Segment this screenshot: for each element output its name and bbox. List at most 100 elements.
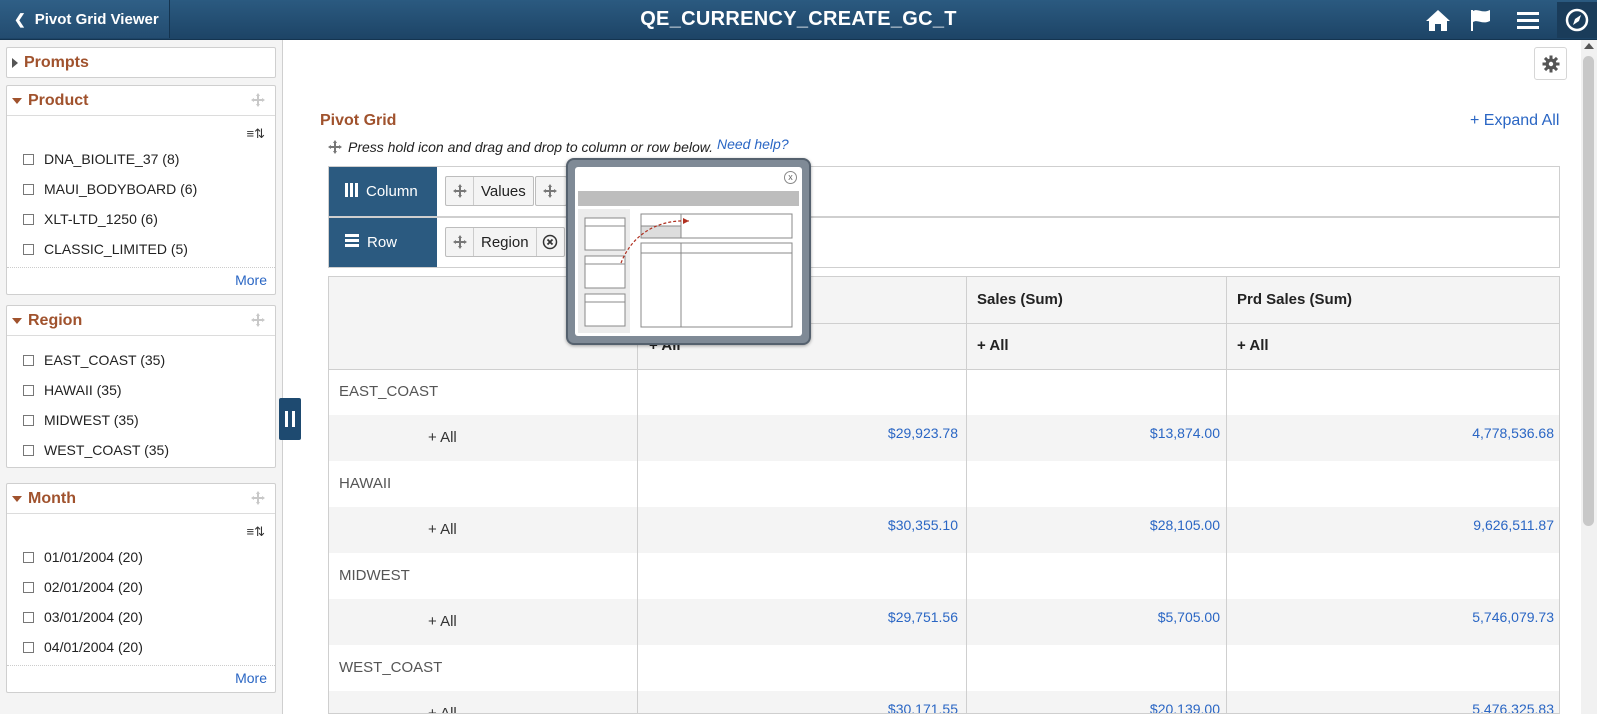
checkbox[interactable] [23,354,34,366]
row-label: Row [329,218,437,267]
scroll-up-arrow-icon[interactable] [1584,43,1594,49]
drag-handle-icon[interactable] [251,313,265,332]
sidebar-collapse-handle[interactable] [279,398,301,440]
values-chip[interactable]: Values [445,176,534,206]
pivot-grid-title: Pivot Grid [320,112,397,129]
cell-value[interactable]: $29,751.56 [641,609,958,625]
collapse-triangle-icon [12,97,22,104]
expand-all-cell[interactable]: + All [1237,337,1269,354]
row-expand-all[interactable]: + All [428,705,457,713]
row-expand-all[interactable]: + All [428,521,457,538]
filter-item[interactable]: EAST_COAST (35) [23,352,165,368]
need-help-link[interactable]: Need help? [717,136,789,152]
filter-item[interactable]: 02/01/2004 (20) [23,579,143,595]
cell-value[interactable]: $29,923.78 [641,425,958,441]
checkbox[interactable] [23,243,34,255]
product-header[interactable]: Product [7,86,275,116]
filter-item[interactable]: XLT-LTD_1250 (6) [23,211,158,227]
filter-sidebar: Prompts Product ≡⇅ DNA_BIOLITE_37 (8) MA… [0,40,283,714]
collapse-triangle-icon [12,317,22,324]
settings-button[interactable] [1534,47,1567,80]
flag-icon[interactable] [1464,4,1498,36]
cell-value[interactable]: 5,746,079.73 [1229,609,1554,625]
checkbox[interactable] [23,414,34,426]
cell-value[interactable]: $28,105.00 [969,517,1220,533]
month-header[interactable]: Month [7,484,275,514]
checkbox[interactable] [23,611,34,623]
checkbox[interactable] [23,153,34,165]
column-drop-zone[interactable]: Column Values [328,166,1560,217]
scrollbar-thumb[interactable] [1583,56,1594,526]
sort-icon[interactable]: ≡⇅ [247,524,265,540]
checkbox[interactable] [23,183,34,195]
filter-item[interactable]: 04/01/2004 (20) [23,639,143,655]
column-chip-partial[interactable] [535,176,567,206]
columns-icon [345,182,358,201]
month-title: Month [28,489,76,507]
region-title: Region [28,311,83,329]
drag-handle-icon[interactable] [536,177,564,205]
cell-value[interactable]: 9,626,511.87 [1229,517,1554,533]
product-title: Product [28,91,89,109]
row-header-region[interactable]: EAST_COAST [339,383,438,400]
cell-value[interactable]: 5,476,325.83 [1229,701,1554,713]
filter-item[interactable]: WEST_COAST (35) [23,442,169,458]
column-header-prd-sales[interactable]: Prd Sales (Sum) [1237,291,1352,308]
more-link[interactable]: More [235,670,267,686]
page-title: QE_CURRENCY_CREATE_GC_T [640,8,957,30]
filter-item[interactable]: 03/01/2004 (20) [23,609,143,625]
checkbox[interactable] [23,444,34,456]
region-header[interactable]: Region [7,306,275,336]
row-header-region[interactable]: WEST_COAST [339,659,442,676]
drag-help-illustration: x [575,167,802,336]
more-link[interactable]: More [235,272,267,288]
filter-item[interactable]: MIDWEST (35) [23,412,139,428]
prompts-header[interactable]: Prompts [7,48,275,78]
sort-icon[interactable]: ≡⇅ [247,126,265,142]
row-drop-zone[interactable]: Row Region [328,217,1560,268]
back-button[interactable]: ❮ Pivot Grid Viewer [0,0,170,38]
checkbox[interactable] [23,641,34,653]
remove-chip-icon[interactable] [535,228,564,256]
expand-all-cell[interactable]: + All [977,337,1009,354]
menu-icon[interactable] [1511,4,1545,36]
expand-all-link[interactable]: + Expand All [1470,112,1559,130]
pivot-grid-table: Sales (Sum) Prd Sales (Sum) + All + All … [328,276,1560,714]
filter-item[interactable]: MAUI_BODYBOARD (6) [23,181,197,197]
filter-item[interactable]: 01/01/2004 (20) [23,549,143,565]
prompts-panel: Prompts [6,47,276,78]
drag-handle-icon[interactable] [446,177,474,205]
checkbox[interactable] [23,384,34,396]
row-expand-all[interactable]: + All [428,429,457,446]
row-expand-all[interactable]: + All [428,613,457,630]
filter-item[interactable]: CLASSIC_LIMITED (5) [23,241,188,257]
region-chip[interactable]: Region [445,227,565,257]
filter-item[interactable]: DNA_BIOLITE_37 (8) [23,151,179,167]
row-header-region[interactable]: HAWAII [339,475,391,492]
cell-value[interactable]: $20,139.00 [969,701,1220,713]
drag-handle-icon[interactable] [446,228,474,256]
cell-value[interactable]: $30,355.10 [641,517,958,533]
checkbox[interactable] [23,551,34,563]
filter-item[interactable]: HAWAII (35) [23,382,122,398]
cell-value[interactable]: 4,778,536.68 [1229,425,1554,441]
row-header-region[interactable]: MIDWEST [339,567,410,584]
checkbox[interactable] [23,213,34,225]
column-label: Column [329,167,437,216]
column-header-sales[interactable]: Sales (Sum) [977,291,1063,308]
drag-handle-icon[interactable] [251,491,265,510]
expand-triangle-icon [12,58,18,68]
home-icon[interactable] [1421,4,1455,36]
navbar-compass-icon[interactable] [1557,2,1597,38]
cell-value[interactable]: $13,874.00 [969,425,1220,441]
cell-value[interactable]: $30,171.55 [641,701,958,713]
more-row: More [7,267,275,293]
cell-value[interactable]: $5,705.00 [969,609,1220,625]
checkbox[interactable] [23,581,34,593]
drag-handle-icon[interactable] [251,93,265,112]
drag-help-popup: x [566,158,811,345]
rows-icon [345,234,359,251]
gear-icon [1542,55,1559,72]
drag-drop-diagram-icon [578,191,799,333]
back-button-label: Pivot Grid Viewer [34,10,159,28]
